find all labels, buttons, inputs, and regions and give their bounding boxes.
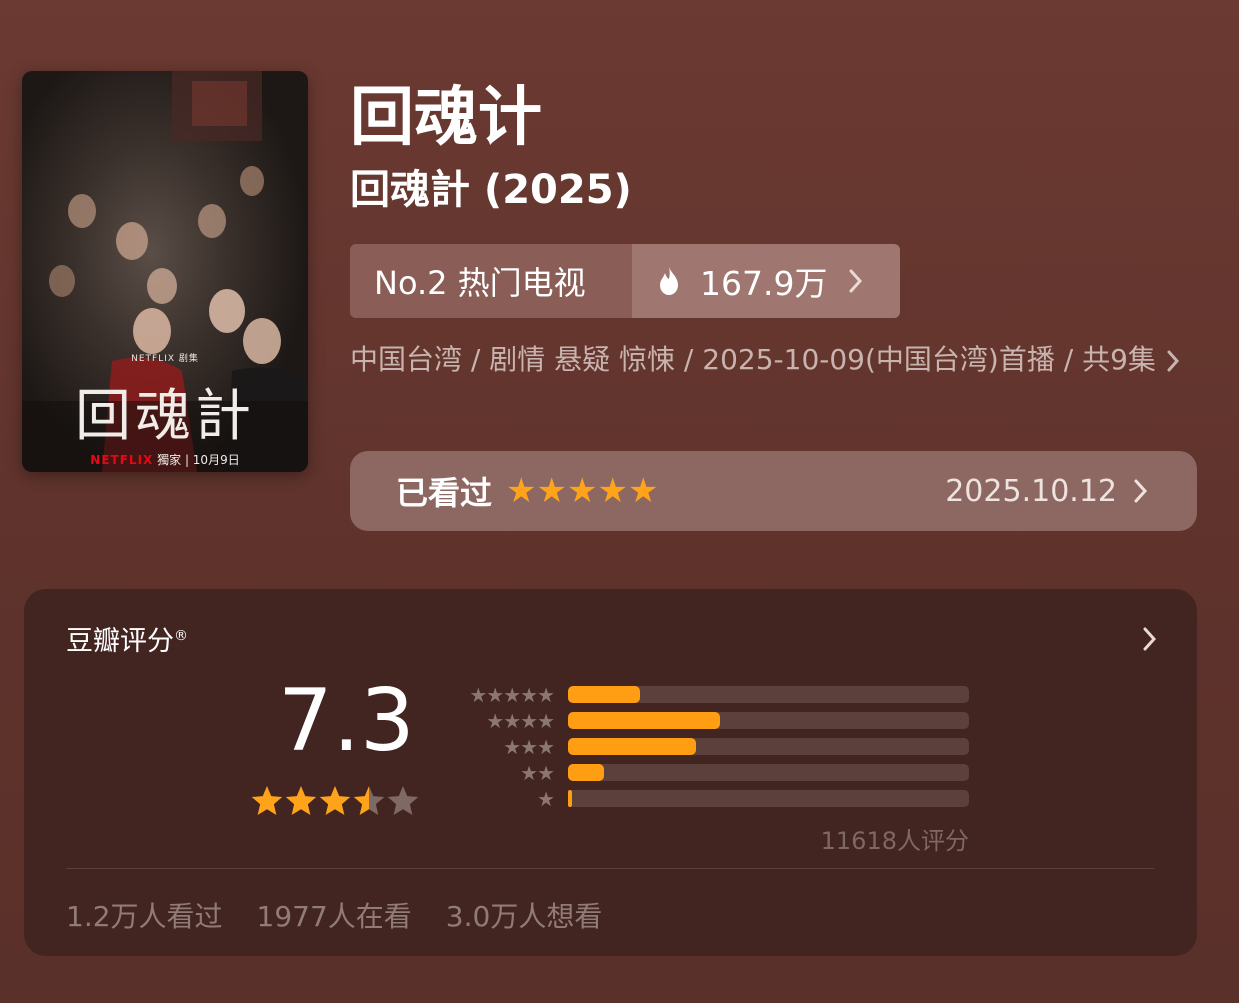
stat-want[interactable]: 3.0万人想看	[446, 895, 603, 935]
score-stars	[251, 786, 419, 815]
original-title: 回魂計 (2025)	[350, 167, 632, 213]
distribution-bar-4	[568, 712, 721, 729]
rank-label[interactable]: No.2 热门电视	[350, 244, 632, 318]
stat-watched[interactable]: 1.2万人看过	[66, 895, 223, 935]
douban-rating-label: 豆瓣评分	[66, 626, 174, 657]
viewer-stats: 1.2万人看过 1977人在看 3.0万人想看	[66, 895, 602, 935]
stat-watching[interactable]: 1977人在看	[257, 895, 412, 935]
score-star-1	[251, 786, 283, 815]
distribution-stars-1: ★	[537, 787, 555, 811]
watched-date: 2025.10.12	[945, 473, 1117, 509]
meta-info[interactable]: 中国台湾 / 剧情 悬疑 惊悚 / 2025-10-09(中国台湾)首播 / 共…	[350, 336, 1210, 384]
score-star-2	[285, 786, 317, 815]
watched-label: 已看过	[396, 474, 493, 512]
score-star-5	[387, 786, 419, 815]
poster-netflix-brand: NETFLIX	[90, 453, 154, 467]
chevron-right-icon[interactable]	[1141, 625, 1159, 653]
watched-status-bar[interactable]: 已看过 ★★★★★ 2025.10.12	[350, 451, 1197, 531]
chevron-right-icon	[1134, 479, 1148, 503]
distribution-track-2	[568, 764, 969, 781]
distribution-stars-3: ★★★	[503, 735, 555, 759]
poster-netflix-label: NETFLIX 剧集	[131, 354, 199, 364]
distribution-track-3	[568, 738, 969, 755]
distribution-track-1	[568, 790, 969, 807]
poster-title: 回魂計	[75, 384, 255, 449]
distribution-bar-1	[568, 790, 572, 807]
heat-button[interactable]: 167.9万	[632, 244, 900, 318]
rating-count: 11618人评分	[820, 827, 969, 855]
score-star-3	[319, 786, 351, 815]
page-title: 回魂计	[350, 81, 542, 155]
meta-text: 中国台湾 / 剧情 悬疑 惊悚 / 2025-10-09(中国台湾)首播 / 共…	[350, 343, 1156, 376]
douban-score: 7.3	[278, 671, 415, 771]
distribution-stars-5: ★★★★★	[469, 683, 555, 707]
distribution-bar-5	[568, 686, 641, 703]
poster-footer: NETFLIX 獨家 | 10月9日	[22, 451, 308, 468]
user-rating-stars: ★★★★★	[506, 471, 659, 511]
score-star-4	[353, 786, 385, 815]
heat-value: 167.9万	[700, 264, 828, 303]
distribution-stars-2: ★★	[520, 761, 555, 785]
distribution-bar-2	[568, 764, 605, 781]
chevron-right-icon	[849, 269, 863, 293]
poster-image[interactable]: NETFLIX 剧集 回魂計 NETFLIX 獨家 | 10月9日	[22, 71, 308, 472]
rank-pill: No.2 热门电视 167.9万	[350, 244, 900, 318]
douban-rating-title: 豆瓣评分®	[66, 619, 188, 658]
distribution-stars-4: ★★★★	[486, 709, 555, 733]
distribution-track-5	[568, 686, 969, 703]
poster-footer-text: 獨家 | 10月9日	[157, 453, 240, 467]
registered-mark: ®	[174, 628, 188, 644]
divider	[66, 868, 1154, 869]
flame-icon	[660, 267, 678, 295]
chevron-right-icon	[1167, 350, 1179, 372]
douban-rating-card: 豆瓣评分® 7.3 ★★★★★ ★★★★ ★★★ ★★ ★ 11618人评分 1.2万人…	[24, 589, 1197, 956]
distribution-track-4	[568, 712, 969, 729]
distribution-bar-3	[568, 738, 697, 755]
